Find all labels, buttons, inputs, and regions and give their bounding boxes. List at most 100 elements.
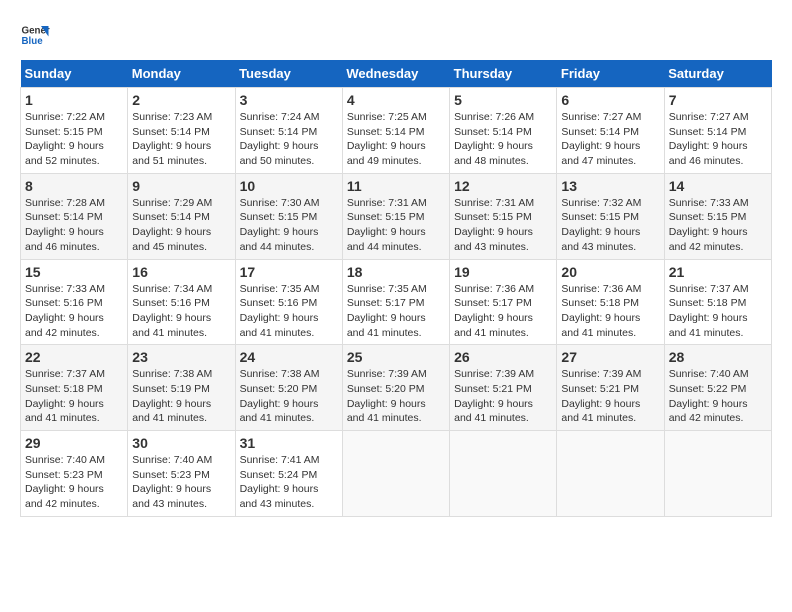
day-number: 13 bbox=[561, 178, 659, 194]
day-number: 31 bbox=[240, 435, 338, 451]
day-number: 24 bbox=[240, 349, 338, 365]
day-number: 3 bbox=[240, 92, 338, 108]
day-number: 5 bbox=[454, 92, 552, 108]
day-number: 11 bbox=[347, 178, 445, 194]
day-info: Sunrise: 7:40 AMSunset: 5:23 PMDaylight:… bbox=[132, 454, 212, 510]
day-header-monday: Monday bbox=[128, 60, 235, 88]
day-info: Sunrise: 7:36 AMSunset: 5:18 PMDaylight:… bbox=[561, 283, 641, 339]
day-info: Sunrise: 7:38 AMSunset: 5:19 PMDaylight:… bbox=[132, 368, 212, 424]
day-number: 18 bbox=[347, 264, 445, 280]
calendar-cell: 17 Sunrise: 7:35 AMSunset: 5:16 PMDayligh… bbox=[235, 259, 342, 345]
day-info: Sunrise: 7:25 AMSunset: 5:14 PMDaylight:… bbox=[347, 111, 427, 167]
calendar-cell: 11 Sunrise: 7:31 AMSunset: 5:15 PMDayligh… bbox=[342, 173, 449, 259]
day-number: 9 bbox=[132, 178, 230, 194]
day-info: Sunrise: 7:31 AMSunset: 5:15 PMDaylight:… bbox=[454, 197, 534, 253]
calendar-cell: 23 Sunrise: 7:38 AMSunset: 5:19 PMDayligh… bbox=[128, 345, 235, 431]
day-info: Sunrise: 7:24 AMSunset: 5:14 PMDaylight:… bbox=[240, 111, 320, 167]
day-number: 12 bbox=[454, 178, 552, 194]
calendar-cell: 24 Sunrise: 7:38 AMSunset: 5:20 PMDayligh… bbox=[235, 345, 342, 431]
day-info: Sunrise: 7:35 AMSunset: 5:17 PMDaylight:… bbox=[347, 283, 427, 339]
day-number: 29 bbox=[25, 435, 123, 451]
calendar-table: SundayMondayTuesdayWednesdayThursdayFrid… bbox=[20, 60, 772, 517]
calendar-cell: 26Sunrise: 7:39 AMSunset: 5:21 PMDayligh… bbox=[450, 345, 557, 431]
day-info: Sunrise: 7:37 AMSunset: 5:18 PMDaylight:… bbox=[25, 368, 105, 424]
day-info: Sunrise: 7:30 AMSunset: 5:15 PMDaylight:… bbox=[240, 197, 320, 253]
day-info: Sunrise: 7:39 AMSunset: 5:21 PMDaylight:… bbox=[561, 368, 641, 424]
logo-icon: General Blue bbox=[20, 20, 50, 50]
calendar-cell: 12 Sunrise: 7:31 AMSunset: 5:15 PMDayligh… bbox=[450, 173, 557, 259]
calendar-cell: 13 Sunrise: 7:32 AMSunset: 5:15 PMDayligh… bbox=[557, 173, 664, 259]
day-header-tuesday: Tuesday bbox=[235, 60, 342, 88]
day-info: Sunrise: 7:39 AMSunset: 5:20 PMDaylight:… bbox=[347, 368, 427, 424]
day-info: Sunrise: 7:41 AMSunset: 5:24 PMDaylight:… bbox=[240, 454, 320, 510]
day-info: Sunrise: 7:29 AMSunset: 5:14 PMDaylight:… bbox=[132, 197, 212, 253]
day-header-sunday: Sunday bbox=[21, 60, 128, 88]
calendar-week-1: 1Sunrise: 7:22 AMSunset: 5:15 PMDaylight… bbox=[21, 88, 772, 174]
calendar-cell: 22 Sunrise: 7:37 AMSunset: 5:18 PMDayligh… bbox=[21, 345, 128, 431]
calendar-week-5: 29 Sunrise: 7:40 AMSunset: 5:23 PMDayligh… bbox=[21, 431, 772, 517]
day-number: 21 bbox=[669, 264, 767, 280]
day-info: Sunrise: 7:23 AMSunset: 5:14 PMDaylight:… bbox=[132, 111, 212, 167]
calendar-cell: 18 Sunrise: 7:35 AMSunset: 5:17 PMDayligh… bbox=[342, 259, 449, 345]
calendar-cell: 28 Sunrise: 7:40 AMSunset: 5:22 PMDayligh… bbox=[664, 345, 771, 431]
day-number: 16 bbox=[132, 264, 230, 280]
day-info: Sunrise: 7:26 AMSunset: 5:14 PMDaylight:… bbox=[454, 111, 534, 167]
day-info: Sunrise: 7:33 AMSunset: 5:16 PMDaylight:… bbox=[25, 283, 105, 339]
calendar-cell bbox=[342, 431, 449, 517]
svg-text:Blue: Blue bbox=[22, 36, 44, 47]
day-info: Sunrise: 7:35 AMSunset: 5:16 PMDaylight:… bbox=[240, 283, 320, 339]
day-number: 17 bbox=[240, 264, 338, 280]
day-number: 20 bbox=[561, 264, 659, 280]
day-info: Sunrise: 7:38 AMSunset: 5:20 PMDaylight:… bbox=[240, 368, 320, 424]
day-header-saturday: Saturday bbox=[664, 60, 771, 88]
calendar-week-4: 22 Sunrise: 7:37 AMSunset: 5:18 PMDayligh… bbox=[21, 345, 772, 431]
day-number: 14 bbox=[669, 178, 767, 194]
calendar-cell: 8 Sunrise: 7:28 AMSunset: 5:14 PMDaylight… bbox=[21, 173, 128, 259]
calendar-cell: 6Sunrise: 7:27 AMSunset: 5:14 PMDaylight… bbox=[557, 88, 664, 174]
calendar-cell: 5 Sunrise: 7:26 AMSunset: 5:14 PMDaylight… bbox=[450, 88, 557, 174]
day-number: 27 bbox=[561, 349, 659, 365]
logo: General Blue bbox=[20, 20, 50, 50]
day-number: 7 bbox=[669, 92, 767, 108]
calendar-cell: 9 Sunrise: 7:29 AMSunset: 5:14 PMDaylight… bbox=[128, 173, 235, 259]
calendar-cell: 27 Sunrise: 7:39 AMSunset: 5:21 PMDayligh… bbox=[557, 345, 664, 431]
day-number: 10 bbox=[240, 178, 338, 194]
calendar-cell: 15 Sunrise: 7:33 AMSunset: 5:16 PMDayligh… bbox=[21, 259, 128, 345]
calendar-cell bbox=[664, 431, 771, 517]
day-number: 23 bbox=[132, 349, 230, 365]
day-number: 15 bbox=[25, 264, 123, 280]
day-info: Sunrise: 7:36 AMSunset: 5:17 PMDaylight:… bbox=[454, 283, 534, 339]
day-info: Sunrise: 7:33 AMSunset: 5:15 PMDaylight:… bbox=[669, 197, 749, 253]
calendar-cell: 31 Sunrise: 7:41 AMSunset: 5:24 PMDayligh… bbox=[235, 431, 342, 517]
day-header-friday: Friday bbox=[557, 60, 664, 88]
calendar-cell bbox=[557, 431, 664, 517]
day-info: Sunrise: 7:40 AMSunset: 5:22 PMDaylight:… bbox=[669, 368, 749, 424]
day-info: Sunrise: 7:32 AMSunset: 5:15 PMDaylight:… bbox=[561, 197, 641, 253]
day-number: 2 bbox=[132, 92, 230, 108]
day-number: 22 bbox=[25, 349, 123, 365]
day-header-wednesday: Wednesday bbox=[342, 60, 449, 88]
calendar-cell: 21 Sunrise: 7:37 AMSunset: 5:18 PMDayligh… bbox=[664, 259, 771, 345]
header-row: SundayMondayTuesdayWednesdayThursdayFrid… bbox=[21, 60, 772, 88]
day-info: Sunrise: 7:27 AMSunset: 5:14 PMDaylight:… bbox=[561, 111, 641, 167]
day-number: 30 bbox=[132, 435, 230, 451]
calendar-cell: 19 Sunrise: 7:36 AMSunset: 5:17 PMDayligh… bbox=[450, 259, 557, 345]
day-header-thursday: Thursday bbox=[450, 60, 557, 88]
day-number: 28 bbox=[669, 349, 767, 365]
calendar-cell bbox=[450, 431, 557, 517]
header: General Blue bbox=[20, 20, 772, 50]
calendar-week-2: 8 Sunrise: 7:28 AMSunset: 5:14 PMDaylight… bbox=[21, 173, 772, 259]
calendar-cell: 10 Sunrise: 7:30 AMSunset: 5:15 PMDayligh… bbox=[235, 173, 342, 259]
day-number: 8 bbox=[25, 178, 123, 194]
day-info: Sunrise: 7:28 AMSunset: 5:14 PMDaylight:… bbox=[25, 197, 105, 253]
day-number: 1 bbox=[25, 92, 123, 108]
calendar-cell: 3 Sunrise: 7:24 AMSunset: 5:14 PMDaylight… bbox=[235, 88, 342, 174]
calendar-cell: 2 Sunrise: 7:23 AMSunset: 5:14 PMDaylight… bbox=[128, 88, 235, 174]
calendar-cell: 1Sunrise: 7:22 AMSunset: 5:15 PMDaylight… bbox=[21, 88, 128, 174]
day-info: Sunrise: 7:31 AMSunset: 5:15 PMDaylight:… bbox=[347, 197, 427, 253]
calendar-cell: 25Sunrise: 7:39 AMSunset: 5:20 PMDayligh… bbox=[342, 345, 449, 431]
day-info: Sunrise: 7:27 AMSunset: 5:14 PMDaylight:… bbox=[669, 111, 749, 167]
calendar-cell: 30 Sunrise: 7:40 AMSunset: 5:23 PMDayligh… bbox=[128, 431, 235, 517]
day-number: 19 bbox=[454, 264, 552, 280]
day-info: Sunrise: 7:37 AMSunset: 5:18 PMDaylight:… bbox=[669, 283, 749, 339]
